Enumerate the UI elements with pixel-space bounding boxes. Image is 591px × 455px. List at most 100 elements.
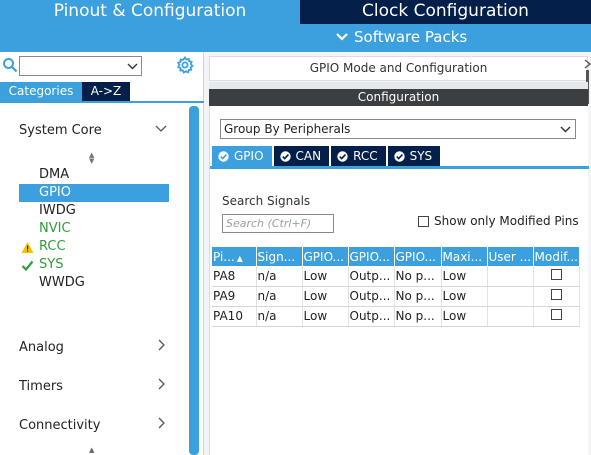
software-packs-bar: Software Packs bbox=[0, 24, 591, 52]
gear-icon[interactable] bbox=[176, 56, 194, 74]
column-header-pin[interactable]: Pi... ▲ bbox=[212, 247, 257, 266]
cell: Low bbox=[302, 306, 349, 327]
chevron-down-icon bbox=[127, 63, 138, 70]
cell: Outp... bbox=[348, 286, 395, 307]
tab-rcc[interactable]: RCC bbox=[331, 146, 386, 166]
column-header-signal[interactable]: Sign... bbox=[256, 247, 303, 266]
left-panel: Categories A->Z System Core ▲ ▼ DMA GPIO … bbox=[0, 52, 204, 455]
cell: No p... bbox=[394, 266, 442, 287]
category-label: Timers bbox=[19, 379, 63, 394]
left-scrollbar[interactable] bbox=[189, 106, 199, 455]
software-packs-label: Software Packs bbox=[354, 28, 468, 46]
category-timers[interactable]: Timers bbox=[0, 372, 186, 402]
tab-can[interactable]: CAN bbox=[273, 146, 330, 166]
scroll-up-icon[interactable]: ▲ bbox=[89, 446, 94, 454]
cell: n/a bbox=[256, 286, 303, 307]
tab-clock-configuration[interactable]: Clock Configuration bbox=[300, 0, 591, 24]
cell: Low bbox=[441, 306, 488, 327]
modified-checkbox[interactable] bbox=[551, 268, 562, 280]
checkbox-label: Show only Modified Pins bbox=[434, 214, 579, 228]
search-input[interactable] bbox=[19, 56, 142, 76]
chevron-right-icon bbox=[158, 339, 165, 351]
chevron-down-icon bbox=[155, 125, 167, 132]
cell: Outp... bbox=[348, 266, 395, 287]
cell: Outp... bbox=[348, 306, 395, 327]
column-header-modified[interactable]: Modif... bbox=[533, 247, 580, 266]
column-header-gpio-output-level[interactable]: GPIO... bbox=[302, 247, 349, 266]
item-label: WWDG bbox=[39, 275, 85, 290]
list-item-rcc[interactable]: RCC bbox=[19, 238, 169, 256]
check-circle-icon bbox=[337, 150, 348, 162]
cell: n/a bbox=[256, 266, 303, 287]
table-row[interactable]: PA10 n/a Low Outp... No p... Low bbox=[212, 306, 580, 327]
item-label: GPIO bbox=[39, 185, 71, 200]
item-label: NVIC bbox=[39, 221, 71, 236]
divider bbox=[209, 82, 588, 89]
checkbox[interactable] bbox=[418, 215, 429, 227]
tab-sys[interactable]: SYS bbox=[387, 146, 441, 166]
cell bbox=[487, 266, 534, 287]
cell: n/a bbox=[256, 306, 303, 327]
group-by-value: Group By Peripherals bbox=[224, 122, 351, 136]
list-item-dma[interactable]: DMA bbox=[19, 166, 169, 184]
category-label: Analog bbox=[19, 340, 64, 355]
right-panel: GPIO Mode and Configuration Configuratio… bbox=[204, 52, 591, 455]
table-row[interactable]: PA8 n/a Low Outp... No p... Low bbox=[212, 266, 580, 287]
modified-checkbox[interactable] bbox=[551, 309, 562, 320]
item-label: RCC bbox=[39, 239, 66, 254]
cell: PA9 bbox=[212, 286, 257, 307]
category-label: System Core bbox=[19, 123, 102, 138]
table-row[interactable]: PA9 n/a Low Outp... No p... Low bbox=[212, 286, 580, 307]
modified-cell bbox=[533, 286, 580, 307]
list-item-gpio[interactable]: GPIO bbox=[19, 184, 169, 202]
tab-pinout-configuration[interactable]: Pinout & Configuration bbox=[0, 0, 300, 24]
cell: Low bbox=[441, 286, 488, 307]
category-analog[interactable]: Analog bbox=[0, 333, 186, 363]
modified-checkbox[interactable] bbox=[551, 289, 562, 300]
item-label: DMA bbox=[39, 167, 70, 182]
tab-label: RCC bbox=[353, 149, 378, 163]
column-header-user-label[interactable]: User ... bbox=[487, 247, 534, 266]
chevron-down-icon bbox=[336, 33, 348, 41]
categories-tab[interactable]: Categories bbox=[0, 82, 82, 101]
sort-indicator-icon[interactable]: ▲ ▼ bbox=[89, 152, 94, 165]
software-packs-button[interactable]: Software Packs bbox=[336, 28, 467, 46]
cell bbox=[487, 306, 534, 327]
search-icon[interactable] bbox=[2, 57, 18, 73]
tab-label: GPIO bbox=[234, 149, 264, 163]
list-item-sys[interactable]: SYS bbox=[19, 256, 169, 274]
column-header-gpio-mode[interactable]: GPIO... bbox=[348, 247, 395, 266]
cell: PA8 bbox=[212, 266, 257, 287]
configuration-header: Configuration bbox=[209, 89, 588, 106]
column-header-gpio-pull[interactable]: GPIO... bbox=[394, 247, 442, 266]
table-header-row: Pi... ▲ Sign... GPIO... GPIO... GPIO... M… bbox=[212, 247, 580, 266]
divider bbox=[0, 101, 204, 103]
tab-gpio[interactable]: GPIO bbox=[212, 146, 272, 166]
list-item-iwdg[interactable]: IWDG bbox=[19, 202, 169, 220]
item-label: IWDG bbox=[39, 203, 76, 218]
check-circle-icon bbox=[393, 150, 405, 162]
view-mode-toggle: Categories A->Z bbox=[0, 82, 130, 102]
tab-label: CAN bbox=[295, 149, 322, 163]
cell: Low bbox=[302, 266, 349, 287]
list-item-wwdg[interactable]: WWDG bbox=[19, 274, 169, 292]
category-system-core[interactable]: System Core bbox=[0, 116, 186, 146]
group-by-select[interactable]: Group By Peripherals bbox=[220, 119, 576, 139]
list-item-nvic[interactable]: NVIC bbox=[19, 220, 169, 238]
warning-icon bbox=[21, 242, 34, 253]
search-signals-input[interactable]: Search (Ctrl+F) bbox=[222, 214, 334, 233]
peripheral-tabs: GPIO CAN RCC SYS bbox=[212, 146, 442, 166]
checkmark-icon bbox=[21, 260, 34, 272]
tab-underline bbox=[210, 166, 589, 169]
cell: PA10 bbox=[212, 306, 257, 327]
column-header-max-speed[interactable]: Maxi... bbox=[441, 247, 488, 266]
category-label: Connectivity bbox=[19, 418, 101, 433]
cell bbox=[487, 286, 534, 307]
cell: No p... bbox=[394, 286, 442, 307]
item-label: SYS bbox=[39, 257, 64, 272]
category-connectivity[interactable]: Connectivity bbox=[0, 411, 186, 441]
show-modified-pins-checkbox[interactable]: Show only Modified Pins bbox=[418, 214, 579, 228]
cell: Low bbox=[441, 266, 488, 287]
search-signals-label: Search Signals bbox=[222, 194, 311, 208]
a-to-z-tab[interactable]: A->Z bbox=[82, 82, 130, 101]
